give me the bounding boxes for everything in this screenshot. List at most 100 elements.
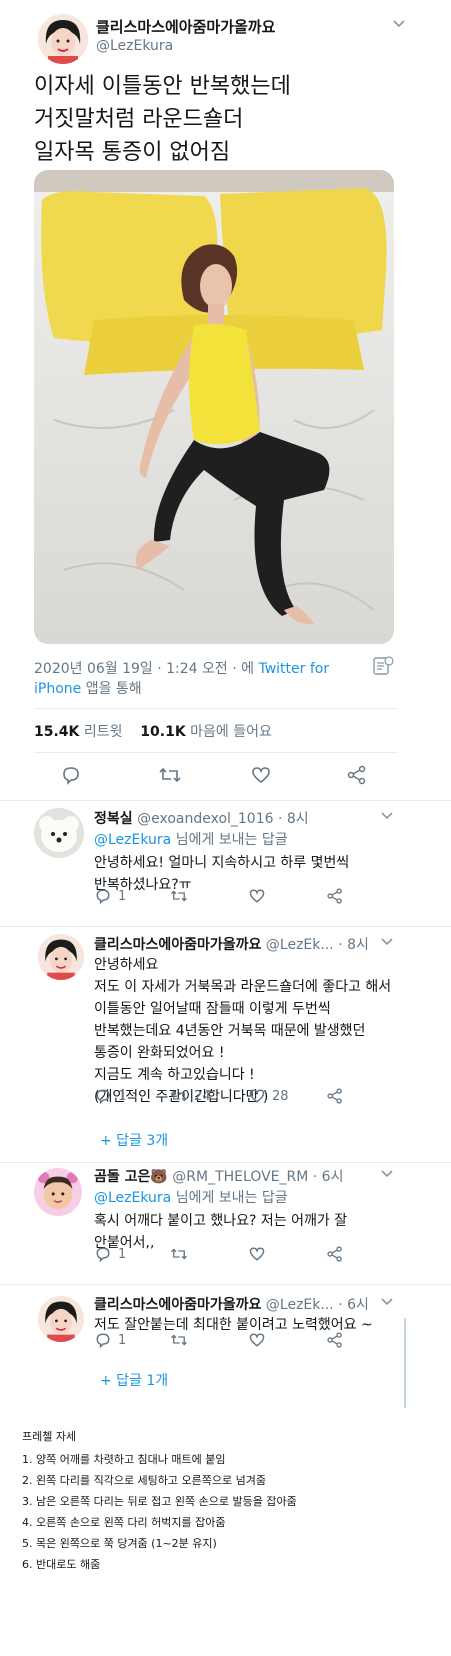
reply-header: 곰돌 고은🐻 @RM_THELOVE_RM · 6시 bbox=[94, 1166, 343, 1186]
reply-text-line: 반복하셨나요?ㅠ bbox=[94, 877, 192, 893]
tweet-date[interactable]: 2020년 06월 19일 · 1:24 오전 · 에 bbox=[34, 661, 258, 677]
retweet-label[interactable]: 리트윗 bbox=[84, 724, 123, 740]
reply-button[interactable]: 1 bbox=[94, 1087, 126, 1105]
reply-icon bbox=[96, 1247, 110, 1263]
reply-text: 안녕하세요 저도 이 자세가 거북목과 라운드숄더에 좋다고 해서 이틀동안 일… bbox=[94, 954, 391, 1108]
instruction-item: 2. 왼쪽 다리를 직각으로 세팅하고 오른쪽으로 넘겨줌 bbox=[22, 1474, 266, 1487]
user-handle[interactable]: @exoandexol_1016 bbox=[137, 811, 273, 827]
reply-count: 1 bbox=[118, 1332, 127, 1348]
like-label[interactable]: 마음에 들어요 bbox=[190, 724, 272, 740]
reply-icon bbox=[96, 889, 110, 905]
divider bbox=[34, 752, 398, 753]
reply-text-line: 저도 이 자세가 거북목과 라운드숄더에 좋다고 해서 bbox=[94, 979, 392, 995]
tweet-text-line: 거짓말처럼 라운드숄더 bbox=[34, 107, 244, 132]
share-button[interactable] bbox=[326, 1087, 344, 1105]
source-suffix: 앱을 통해 bbox=[81, 681, 142, 697]
like-icon bbox=[249, 1089, 265, 1103]
reply-header: 정복실 @exoandexol_1016 · 8시 bbox=[94, 808, 309, 828]
divider bbox=[34, 708, 398, 709]
reply-icon bbox=[96, 1089, 110, 1105]
chevron-down-icon[interactable] bbox=[380, 1168, 394, 1182]
source-link[interactable]: Twitter for bbox=[258, 661, 329, 677]
display-name[interactable]: 클리스마스에아줌마가올까요 bbox=[94, 1297, 261, 1313]
show-more-replies[interactable]: + 답글 1개 bbox=[100, 1370, 168, 1390]
avatar[interactable] bbox=[38, 1296, 84, 1342]
retweet-button[interactable] bbox=[170, 1245, 188, 1263]
like-button[interactable] bbox=[248, 1245, 266, 1263]
reply-button[interactable]: 1 bbox=[94, 1331, 126, 1349]
like-count: 28 bbox=[272, 1088, 289, 1104]
retweet-icon[interactable] bbox=[158, 764, 182, 790]
reply-count: 1 bbox=[118, 1088, 127, 1104]
like-icon bbox=[249, 1247, 265, 1261]
user-handle[interactable]: @LezEk... bbox=[266, 1297, 334, 1313]
chevron-down-icon[interactable] bbox=[380, 1296, 394, 1310]
like-button[interactable]: 28 bbox=[248, 1087, 289, 1105]
replying-to-handle[interactable]: @LezEkura bbox=[94, 832, 171, 848]
instruction-item: 6. 반대로도 해줌 bbox=[22, 1558, 101, 1571]
chevron-down-icon[interactable] bbox=[380, 810, 394, 824]
reply-button[interactable]: 1 bbox=[94, 1245, 126, 1263]
share-icon bbox=[327, 1332, 342, 1348]
chevron-down-icon[interactable] bbox=[392, 18, 406, 32]
user-handle[interactable]: @LezEk... bbox=[266, 937, 334, 953]
thread-indicator bbox=[404, 1318, 406, 1408]
share-icon bbox=[327, 1246, 342, 1262]
user-handle[interactable]: @LezEkura bbox=[96, 38, 173, 54]
reply-text-line: 반복했는데요 4년동안 거북목 때문에 발생했던 bbox=[94, 1023, 366, 1039]
reply-text-line: 안녕하세요! 얼마니 지속하시고 하루 몇번씩 bbox=[94, 855, 350, 871]
replying-to-suffix: 님에게 보내는 답글 bbox=[171, 1190, 288, 1206]
replying-to-handle[interactable]: @LezEkura bbox=[94, 1190, 171, 1206]
display-name[interactable]: 클리스마스에아줌마가올까요 bbox=[96, 16, 275, 37]
display-name[interactable]: 정복실 bbox=[94, 811, 133, 827]
retweet-icon bbox=[171, 1334, 187, 1346]
avatar[interactable] bbox=[38, 14, 88, 64]
reply-count: 1 bbox=[118, 1246, 127, 1262]
reply-text-line: 안녕하세요 bbox=[94, 957, 159, 973]
tweet-photo[interactable] bbox=[34, 170, 394, 644]
share-button[interactable] bbox=[326, 1245, 344, 1263]
retweet-count[interactable]: 15.4K bbox=[34, 724, 79, 740]
avatar[interactable] bbox=[38, 934, 84, 980]
reply-text-line: 이틀동안 일어날때 잠들때 이렇게 두번씩 bbox=[94, 1001, 331, 1017]
reply-header: 클리스마스에아줌마가올까요 @LezEk... · 6시 bbox=[94, 1294, 369, 1314]
reply-text-line: 혹시 어깨다 붙이고 했나요? 저는 어깨가 잘 bbox=[94, 1213, 348, 1229]
share-button[interactable] bbox=[326, 1331, 344, 1349]
reply-time[interactable]: · 8시 bbox=[278, 811, 309, 827]
reply-header: 클리스마스에아줌마가올까요 @LezEk... · 8시 bbox=[94, 934, 369, 954]
reply-text-line: (개인적인 주관이긴합니다만 ) bbox=[94, 1089, 269, 1105]
reply-time[interactable]: · 6시 bbox=[313, 1169, 344, 1185]
like-button[interactable] bbox=[248, 1331, 266, 1349]
like-count[interactable]: 10.1K bbox=[140, 724, 185, 740]
tweet-stats: 15.4K 리트윗 10.1K 마음에 들어요 bbox=[34, 721, 272, 741]
share-icon bbox=[327, 1088, 342, 1104]
avatar[interactable] bbox=[34, 1168, 82, 1216]
retweet-button[interactable] bbox=[170, 887, 188, 905]
instructions-title: 프레첼 자세 bbox=[22, 1430, 77, 1443]
retweet-count: 24 bbox=[194, 1088, 211, 1104]
reply-time[interactable]: · 8시 bbox=[338, 937, 369, 953]
replying-to: @LezEkura 님에게 보내는 답글 bbox=[94, 1187, 288, 1207]
reply-icon[interactable] bbox=[60, 764, 82, 790]
divider bbox=[0, 926, 451, 927]
instruction-item: 1. 양쪽 어깨를 차렷하고 침대나 매트에 붙임 bbox=[22, 1453, 226, 1466]
source-link-2[interactable]: iPhone bbox=[34, 681, 81, 697]
reply-time[interactable]: · 6시 bbox=[338, 1297, 369, 1313]
show-more-replies[interactable]: + 답글 3개 bbox=[100, 1130, 168, 1150]
divider bbox=[0, 800, 451, 801]
like-button[interactable] bbox=[248, 887, 266, 905]
instruction-item: 5. 목은 왼쪽으로 쭉 당겨줌 (1~2분 유지) bbox=[22, 1537, 217, 1550]
avatar[interactable] bbox=[34, 808, 84, 858]
chevron-down-icon[interactable] bbox=[380, 936, 394, 950]
reply-button[interactable]: 1 bbox=[94, 887, 126, 905]
translate-icon[interactable] bbox=[372, 655, 394, 681]
like-icon[interactable] bbox=[250, 764, 272, 790]
divider bbox=[0, 1162, 451, 1163]
retweet-button[interactable]: 24 bbox=[170, 1087, 211, 1105]
display-name[interactable]: 곰돌 고은🐻 bbox=[94, 1169, 168, 1185]
user-handle[interactable]: @RM_THELOVE_RM bbox=[172, 1169, 308, 1185]
display-name[interactable]: 클리스마스에아줌마가올까요 bbox=[94, 937, 261, 953]
retweet-button[interactable] bbox=[170, 1331, 188, 1349]
share-icon[interactable] bbox=[346, 764, 368, 790]
share-button[interactable] bbox=[326, 887, 344, 905]
